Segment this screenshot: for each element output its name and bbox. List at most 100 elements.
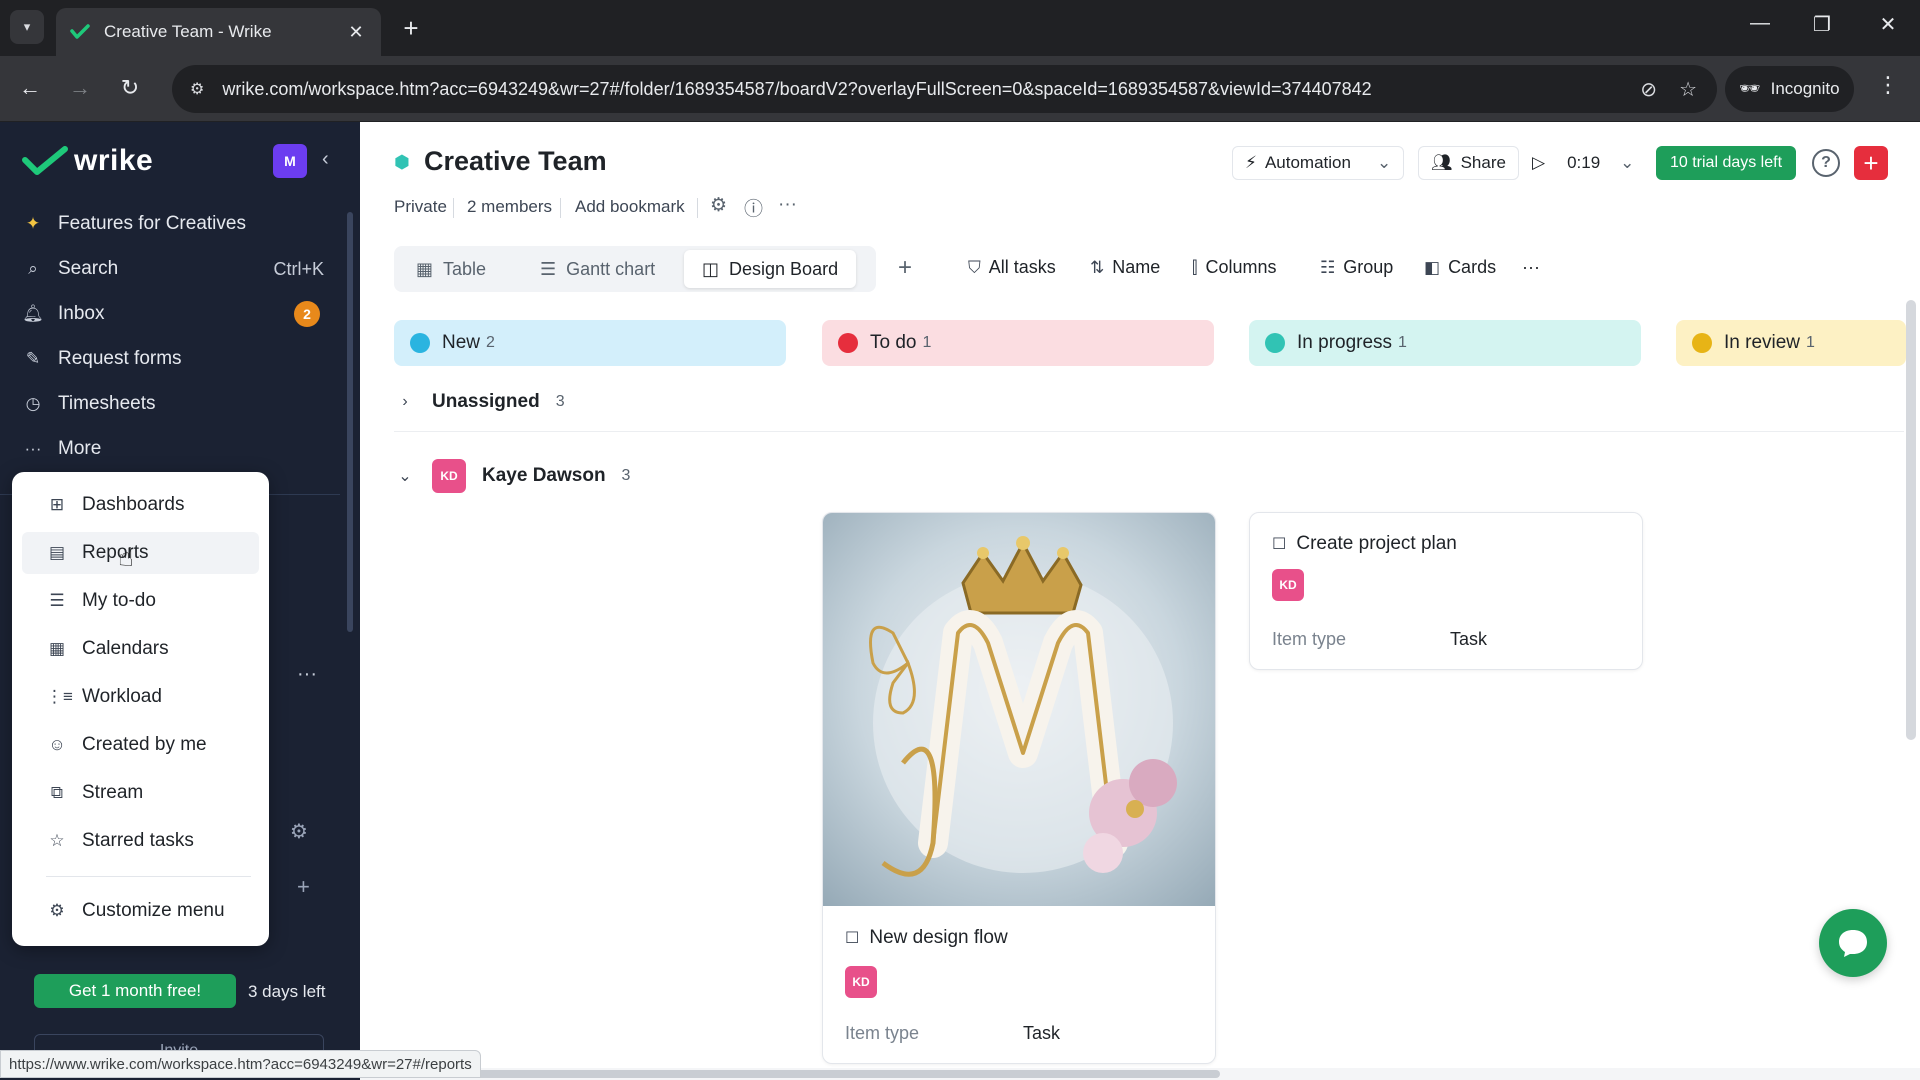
sidebar-item-features[interactable]: ✦ Features for Creatives [18, 204, 328, 244]
filter-all-tasks-button[interactable]: ⛉ All tasks [968, 257, 1056, 278]
assignee-avatar[interactable]: KD [1272, 569, 1304, 601]
info-icon[interactable]: ⓘ [744, 194, 763, 221]
wrike-logo[interactable]: wrike [22, 144, 153, 178]
settings-gear-icon[interactable]: ⚙ [710, 194, 727, 217]
sidebar-item-inbox[interactable]: 🔔︎ Inbox 2 [18, 294, 328, 334]
menu-item-customize[interactable]: ⚙ Customize menu [22, 890, 259, 932]
omnibox[interactable]: ⚙ wrike.com/workspace.htm?acc=6943249&wr… [172, 65, 1717, 113]
sidebar-scrollbar[interactable] [347, 212, 353, 632]
task-card-create-project-plan[interactable]: ☐ Create project plan KD Item type Task [1249, 512, 1643, 670]
column-new[interactable]: New 2 [394, 320, 786, 366]
bookmark-star-icon[interactable]: ☆ [1679, 77, 1697, 102]
crown-letter-m-image [869, 536, 1177, 877]
forward-arrow-icon[interactable]: → [62, 70, 98, 106]
inbox-badge: 2 [294, 301, 320, 327]
new-tab-plus-icon[interactable]: + [396, 13, 426, 43]
chevron-down-icon[interactable]: ⌄ [1377, 153, 1391, 173]
table-icon: ▦ [416, 258, 434, 279]
menu-item-dashboards[interactable]: ⊞ Dashboards [22, 484, 259, 526]
toolbar-more-icon[interactable]: ··· [1522, 257, 1540, 278]
window-close-icon[interactable]: ✕ [1868, 12, 1908, 37]
chat-support-button[interactable] [1819, 909, 1887, 977]
menu-item-created-by-me[interactable]: ☺ Created by me [22, 724, 259, 766]
sort-name-button[interactable]: ⇅ Name [1090, 257, 1160, 278]
browser-menu-icon[interactable]: ⋮ [1877, 72, 1899, 98]
tab-close-icon[interactable]: ✕ [345, 22, 367, 43]
add-new-button[interactable]: + [1854, 146, 1888, 180]
add-view-plus-icon[interactable]: + [898, 254, 912, 282]
reload-icon[interactable]: ↻ [112, 70, 148, 106]
help-icon[interactable]: ? [1812, 149, 1840, 177]
privacy-label[interactable]: Private [394, 197, 447, 217]
menu-item-starred-tasks[interactable]: ☆ Starred tasks [22, 820, 259, 862]
group-unassigned[interactable]: › Unassigned 3 [394, 372, 1904, 432]
account-avatar[interactable]: M [273, 144, 307, 178]
board-horizontal-scrollbar[interactable] [360, 1068, 1920, 1080]
url-text[interactable]: wrike.com/workspace.htm?acc=6943249&wr=2… [222, 79, 1640, 100]
field-value[interactable]: Task [1450, 629, 1487, 650]
task-checkbox-icon[interactable]: ☐ [845, 928, 859, 948]
sidebar-item-label: More [58, 438, 102, 459]
tab-label: Table [443, 258, 487, 279]
share-button[interactable]: 👥︎ Share [1418, 146, 1519, 180]
back-arrow-icon[interactable]: ← [12, 70, 48, 106]
card-title[interactable]: ☐ New design flow [845, 927, 1008, 949]
minimize-icon[interactable]: — [1740, 12, 1780, 35]
chevron-right-icon[interactable]: › [394, 393, 416, 411]
sidebar-item-request-forms[interactable]: ✎ Request forms [18, 339, 328, 379]
column-in-review[interactable]: In review 1 [1676, 320, 1906, 366]
scrollbar-thumb[interactable] [360, 1070, 1220, 1078]
card-title[interactable]: ☐ Create project plan [1272, 533, 1457, 555]
field-value[interactable]: Task [1023, 1023, 1060, 1044]
automation-button[interactable]: ⚡︎ Automation ⌄ [1232, 146, 1405, 180]
get-month-free-button[interactable]: Get 1 month free! [34, 974, 236, 1008]
sidebar-item-search[interactable]: ⌕ Search Ctrl+K [18, 249, 328, 289]
cards-button[interactable]: ◧ Cards [1424, 257, 1496, 278]
add-space-icon[interactable]: + [297, 874, 310, 900]
space-settings-icon[interactable]: ⚙ [290, 819, 308, 844]
column-in-progress[interactable]: In progress 1 [1249, 320, 1641, 366]
tab-list-chevron-icon[interactable]: ▾ [10, 10, 44, 44]
columns-button[interactable]: ⫿ Columns [1192, 257, 1276, 278]
column-title: In review [1724, 332, 1801, 353]
menu-item-stream[interactable]: ⧉ Stream [22, 772, 259, 814]
menu-item-my-todo[interactable]: ☰ My to-do [22, 580, 259, 622]
eye-off-icon[interactable]: ⊘ [1640, 77, 1657, 102]
incognito-indicator[interactable]: 🕶 Incognito [1725, 66, 1854, 112]
chevron-down-icon[interactable]: ⌄ [1620, 153, 1634, 173]
menu-divider [46, 876, 251, 877]
group-button[interactable]: ☷ Group [1320, 257, 1393, 278]
lightning-icon: ⚡︎ [1245, 153, 1257, 172]
search-shortcut: Ctrl+K [273, 258, 324, 279]
browser-tab[interactable]: Creative Team - Wrike ✕ [56, 8, 381, 56]
column-to-do[interactable]: To do 1 [822, 320, 1214, 366]
group-kaye-dawson[interactable]: ⌄ KD Kaye Dawson 3 [394, 446, 1904, 506]
tab-design-board[interactable]: ◫ Design Board [684, 250, 857, 288]
menu-item-reports[interactable]: ▤ Reports [22, 532, 259, 574]
board-vertical-scrollbar[interactable] [1906, 300, 1916, 740]
tab-gantt-chart[interactable]: ☰ Gantt chart [522, 250, 673, 288]
incognito-label: Incognito [1770, 79, 1840, 98]
sidebar-item-more[interactable]: ··· More [18, 429, 328, 469]
menu-item-calendars[interactable]: ▦ Calendars [22, 628, 259, 670]
chevron-down-icon[interactable]: ⌄ [394, 466, 416, 486]
timer-control[interactable]: ▷ 0:19 ⌄ [1520, 146, 1646, 180]
assignee-avatar[interactable]: KD [845, 966, 877, 998]
add-bookmark-link[interactable]: Add bookmark [575, 197, 685, 217]
sidebar-item-timesheets[interactable]: ◷ Timesheets [18, 384, 328, 424]
wrike-check-icon [22, 146, 68, 175]
site-settings-icon[interactable]: ⚙ [190, 79, 204, 99]
members-link[interactable]: 2 members [467, 197, 552, 217]
page-title[interactable]: Creative Team [424, 146, 607, 177]
task-card-new-design-flow[interactable]: ☐ New design flow KD Item type Task [822, 512, 1216, 1064]
header-more-icon[interactable]: ··· [778, 194, 797, 216]
collapse-sidebar-icon[interactable]: ‹ [322, 148, 329, 171]
trial-days-button[interactable]: 10 trial days left [1656, 146, 1796, 180]
tab-table[interactable]: ▦ Table [398, 250, 504, 288]
task-checkbox-icon[interactable]: ☐ [1272, 534, 1286, 554]
play-icon[interactable]: ▷ [1532, 153, 1545, 173]
sparkle-icon: ✦ [25, 214, 41, 233]
restore-icon[interactable]: ❐ [1802, 12, 1842, 37]
space-more-icon[interactable]: ··· [297, 663, 317, 686]
menu-item-workload[interactable]: ⋮≡ Workload [22, 676, 259, 718]
